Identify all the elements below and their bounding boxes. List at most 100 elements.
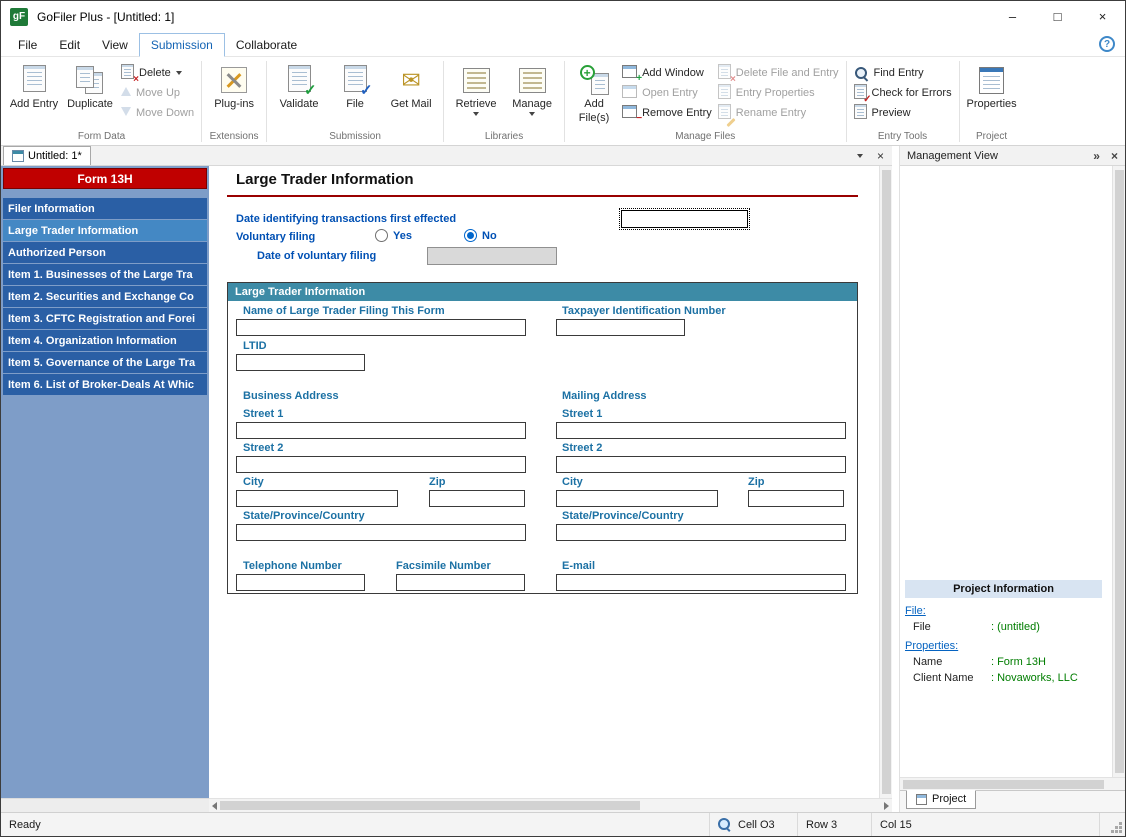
sidebar-item-item5[interactable]: Item 5. Governance of the Large Tra bbox=[3, 352, 207, 373]
date-voluntary-input bbox=[427, 247, 557, 265]
close-document-icon[interactable]: × bbox=[877, 150, 884, 162]
mail-zip-input[interactable] bbox=[748, 490, 844, 507]
add-entry-button[interactable]: Add Entry bbox=[6, 60, 62, 110]
add-window-icon: + bbox=[622, 65, 637, 81]
menu-file[interactable]: File bbox=[7, 34, 48, 56]
properties-button[interactable]: Properties bbox=[964, 60, 1020, 110]
biz-zip-label: Zip bbox=[429, 476, 446, 488]
file-link[interactable]: File: bbox=[905, 605, 1102, 617]
remove-entry-button[interactable]: − Remove Entry bbox=[622, 105, 712, 121]
mail-street1-label: Street 1 bbox=[562, 408, 602, 420]
name-input[interactable] bbox=[236, 319, 526, 336]
find-entry-button[interactable]: Find Entry bbox=[854, 65, 952, 81]
management-view-content: Project Information File: File : (untitl… bbox=[900, 166, 1112, 777]
add-window-button[interactable]: + Add Window bbox=[622, 65, 712, 81]
tab-list-dropdown-icon[interactable] bbox=[857, 154, 863, 158]
tab-project[interactable]: Project bbox=[906, 790, 976, 809]
check-for-errors-button[interactable]: ✓ Check for Errors bbox=[854, 85, 952, 101]
facsimile-input[interactable] bbox=[396, 574, 525, 591]
close-button[interactable]: × bbox=[1080, 1, 1125, 32]
delete-file-and-entry-icon: × bbox=[718, 64, 731, 82]
resize-grip[interactable] bbox=[1099, 813, 1125, 836]
name-label: Name of Large Trader Filing This Form bbox=[243, 305, 445, 317]
panel-splitter[interactable] bbox=[892, 146, 899, 812]
tab-bar-controls: × bbox=[857, 148, 884, 164]
file-button[interactable]: ✓ File bbox=[327, 60, 383, 110]
email-input[interactable] bbox=[556, 574, 846, 591]
document-pane: Untitled: 1* × Form 13H Filer Informatio… bbox=[1, 146, 892, 812]
help-icon[interactable]: ? bbox=[1099, 36, 1115, 52]
delete-button[interactable]: × Delete bbox=[121, 65, 194, 81]
close-panel-icon[interactable]: × bbox=[1111, 149, 1118, 163]
project-tab-icon bbox=[916, 794, 927, 805]
sidebar-item-item4[interactable]: Item 4. Organization Information bbox=[3, 330, 207, 351]
find-entry-icon bbox=[854, 66, 869, 81]
group-label-form-data: Form Data bbox=[3, 130, 200, 145]
voluntary-yes-radio[interactable]: Yes bbox=[375, 229, 412, 242]
tin-input[interactable] bbox=[556, 319, 685, 336]
biz-city-input[interactable] bbox=[236, 490, 398, 507]
group-label-extensions: Extensions bbox=[203, 130, 265, 145]
management-view-header: Management View » × bbox=[900, 146, 1125, 166]
mail-state-input[interactable] bbox=[556, 524, 846, 541]
menu-view[interactable]: View bbox=[91, 34, 139, 56]
scroll-right-icon[interactable] bbox=[884, 802, 889, 810]
entry-properties-button: Entry Properties bbox=[718, 85, 839, 101]
mail-street2-input[interactable] bbox=[556, 456, 846, 473]
voluntary-no-radio[interactable]: No bbox=[464, 229, 497, 242]
scrollbar-thumb[interactable] bbox=[882, 170, 891, 794]
file-icon: ✓ bbox=[344, 65, 367, 95]
biz-street2-label: Street 2 bbox=[243, 442, 283, 454]
project-information-block: Project Information File: File : (untitl… bbox=[905, 580, 1102, 684]
get-mail-button[interactable]: ✉ Get Mail bbox=[383, 60, 439, 110]
sidebar-item-authorized-person[interactable]: Authorized Person bbox=[3, 242, 207, 263]
management-vertical-scrollbar[interactable] bbox=[1112, 166, 1125, 777]
management-view-panel: Management View » × Project Information … bbox=[899, 146, 1125, 812]
pin-panel-icon[interactable]: » bbox=[1093, 149, 1100, 163]
biz-state-input[interactable] bbox=[236, 524, 526, 541]
preview-button[interactable]: Preview bbox=[854, 105, 952, 121]
manage-button[interactable]: Manage bbox=[504, 60, 560, 116]
telephone-input[interactable] bbox=[236, 574, 365, 591]
menu-collaborate[interactable]: Collaborate bbox=[225, 34, 308, 56]
sidebar-item-item1[interactable]: Item 1. Businesses of the Large Tra bbox=[3, 264, 207, 285]
ltid-input[interactable] bbox=[236, 354, 365, 371]
ribbon-separator bbox=[959, 61, 960, 142]
sidebar-item-filer-information[interactable]: Filer Information bbox=[3, 198, 207, 219]
mail-city-input[interactable] bbox=[556, 490, 718, 507]
ribbon-separator bbox=[266, 61, 267, 142]
add-files-button[interactable]: + Add File(s) bbox=[569, 60, 619, 124]
biz-street2-input[interactable] bbox=[236, 456, 526, 473]
group-label-entry-tools: Entry Tools bbox=[848, 130, 958, 145]
retrieve-button[interactable]: Retrieve bbox=[448, 60, 504, 116]
maximize-button[interactable]: □ bbox=[1035, 1, 1080, 32]
menu-edit[interactable]: Edit bbox=[48, 34, 91, 56]
scroll-left-icon[interactable] bbox=[212, 802, 217, 810]
minimize-button[interactable]: – bbox=[990, 1, 1035, 32]
status-col-segment: Col 15 bbox=[871, 813, 1099, 836]
groupbox-header: Large Trader Information bbox=[228, 283, 857, 301]
scrollbar-thumb[interactable] bbox=[903, 780, 1104, 789]
ribbon-separator bbox=[564, 61, 565, 142]
plug-ins-button[interactable]: Plug-ins bbox=[206, 60, 262, 110]
validate-button[interactable]: ✓ Validate bbox=[271, 60, 327, 110]
sidebar-item-item2[interactable]: Item 2. Securities and Exchange Co bbox=[3, 286, 207, 307]
sidebar-item-item6[interactable]: Item 6. List of Broker-Deals At Whic bbox=[3, 374, 207, 395]
duplicate-button[interactable]: Duplicate bbox=[62, 60, 118, 110]
date-identifying-input[interactable] bbox=[621, 210, 748, 228]
sidebar-item-item3[interactable]: Item 3. CFTC Registration and Forei bbox=[3, 308, 207, 329]
mail-street1-input[interactable] bbox=[556, 422, 846, 439]
form-vertical-scrollbar[interactable] bbox=[879, 166, 892, 798]
properties-link[interactable]: Properties: bbox=[905, 640, 1102, 652]
scrollbar-thumb[interactable] bbox=[1115, 170, 1124, 773]
sidebar-item-large-trader-information[interactable]: Large Trader Information bbox=[3, 220, 207, 241]
document-tab-untitled[interactable]: Untitled: 1* bbox=[3, 146, 91, 165]
form-horizontal-scrollbar[interactable] bbox=[209, 798, 892, 812]
ribbon-group-libraries: Retrieve Manage Libraries bbox=[445, 58, 563, 145]
management-horizontal-scrollbar[interactable] bbox=[900, 777, 1125, 790]
status-cell-segment: Cell O3 bbox=[709, 813, 797, 836]
scrollbar-thumb[interactable] bbox=[220, 801, 640, 810]
biz-street1-input[interactable] bbox=[236, 422, 526, 439]
menu-submission[interactable]: Submission bbox=[139, 33, 225, 57]
biz-zip-input[interactable] bbox=[429, 490, 525, 507]
